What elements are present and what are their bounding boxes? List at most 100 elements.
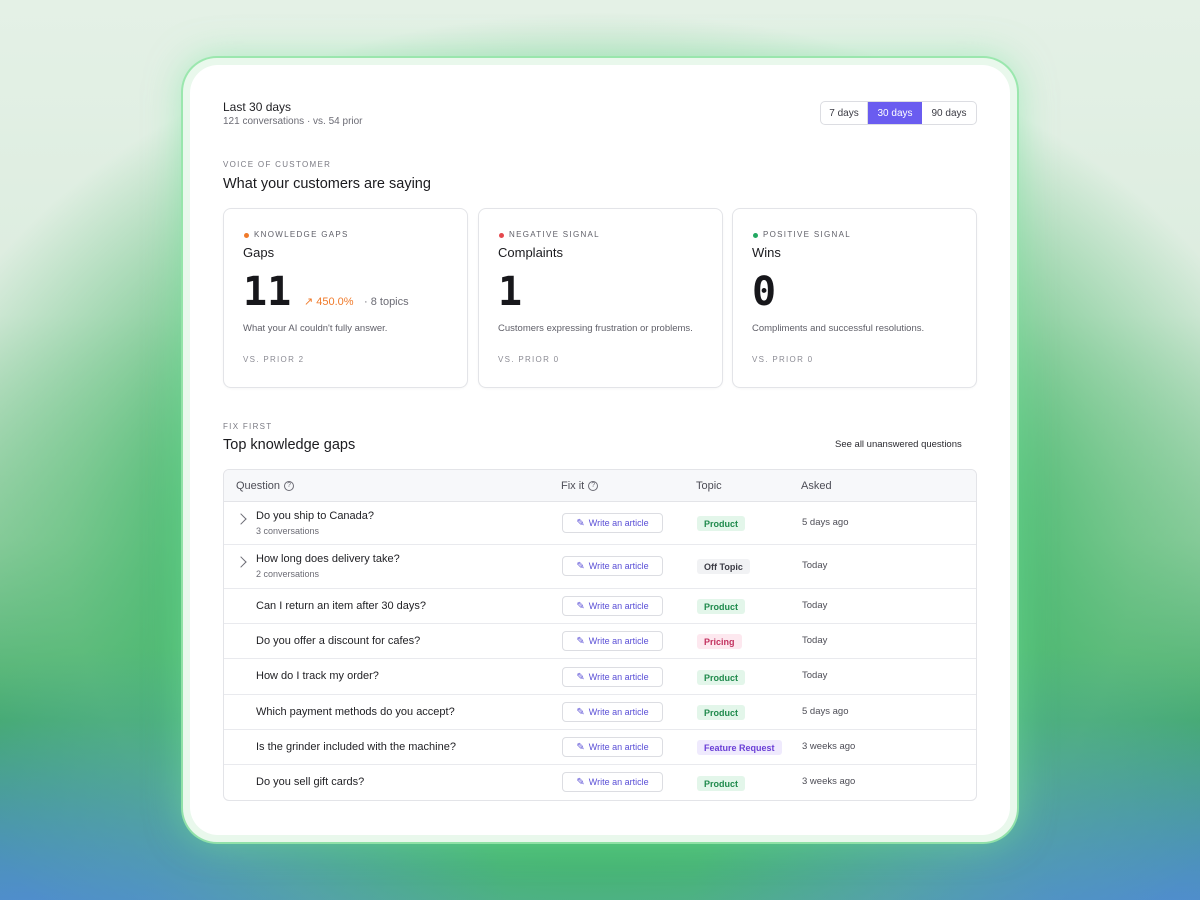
write-article-button[interactable]: ✎ Write an article bbox=[562, 702, 663, 722]
write-article-button[interactable]: ✎ Write an article bbox=[562, 631, 663, 651]
asked-time: Today bbox=[802, 635, 828, 646]
write-article-button[interactable]: ✎ Write an article bbox=[562, 737, 663, 757]
table-header: Question ? Fix it ? Topic Asked bbox=[224, 470, 976, 502]
button-label: Write an article bbox=[588, 561, 649, 571]
question-text: Do you ship to Canada? bbox=[256, 510, 375, 522]
card-eyebrow: NEGATIVE SIGNAL bbox=[509, 230, 600, 239]
button-label: Write an article bbox=[588, 707, 649, 717]
dashboard-screen: Last 30 days 121 conversations · vs. 54 … bbox=[190, 65, 1010, 835]
card-title: Gaps bbox=[243, 245, 275, 260]
table-row[interactable]: How long does delivery take? 2 conversat… bbox=[224, 545, 976, 589]
card-prior: VS. PRIOR 0 bbox=[752, 355, 814, 364]
period-title: Last 30 days bbox=[223, 100, 292, 114]
question-text: Is the grinder included with the machine… bbox=[256, 741, 456, 753]
period-subtitle: 121 conversations · vs. 54 prior bbox=[223, 116, 363, 127]
status-dot bbox=[753, 233, 758, 238]
voice-eyebrow: VOICE OF CUSTOMER bbox=[223, 160, 332, 169]
pencil-icon: ✎ bbox=[576, 635, 585, 647]
write-article-button[interactable]: ✎ Write an article bbox=[562, 596, 663, 616]
question-text: Which payment methods do you accept? bbox=[256, 706, 455, 718]
asked-time: Today bbox=[802, 560, 828, 571]
complaints-card[interactable]: NEGATIVE SIGNAL Complaints 1 Customers e… bbox=[478, 208, 723, 388]
topic-tag: Product bbox=[697, 776, 746, 791]
topic-tag: Product bbox=[697, 599, 746, 614]
table-row[interactable]: Can I return an item after 30 days? ✎ Wr… bbox=[224, 589, 976, 624]
column-label: Asked bbox=[801, 480, 832, 492]
asked-time: Today bbox=[802, 670, 828, 681]
card-prior: VS. PRIOR 0 bbox=[498, 355, 560, 364]
question-text: How long does delivery take? bbox=[256, 553, 400, 565]
button-label: Write an article bbox=[588, 672, 649, 682]
write-article-button[interactable]: ✎ Write an article bbox=[562, 556, 663, 576]
conversation-count: 3 conversations bbox=[256, 526, 320, 536]
status-dot bbox=[244, 233, 249, 238]
topics-count: · 8 topics bbox=[364, 296, 409, 308]
card-description: Customers expressing frustration or prob… bbox=[498, 323, 693, 334]
gaps-title: Top knowledge gaps bbox=[223, 437, 356, 453]
table-row[interactable]: Do you ship to Canada? 3 conversations ✎… bbox=[224, 502, 976, 545]
gaps-card[interactable]: KNOWLEDGE GAPS Gaps 11 ↗ 450.0% · 8 topi… bbox=[223, 208, 468, 388]
knowledge-gaps-table: Question ? Fix it ? Topic Asked Do you s… bbox=[223, 469, 977, 801]
column-label: Topic bbox=[696, 480, 722, 492]
write-article-button[interactable]: ✎ Write an article bbox=[562, 772, 663, 792]
card-title: Complaints bbox=[498, 245, 564, 260]
see-all-unanswered-link[interactable]: See all unanswered questions bbox=[835, 439, 962, 450]
pencil-icon: ✎ bbox=[576, 560, 585, 572]
asked-time: 3 weeks ago bbox=[802, 741, 856, 752]
column-question: Question ? bbox=[236, 480, 295, 492]
asked-time: 5 days ago bbox=[802, 706, 849, 717]
change-percent: ↗ 450.0% bbox=[304, 296, 354, 308]
column-label: Question bbox=[236, 480, 281, 492]
button-label: Write an article bbox=[588, 518, 649, 528]
write-article-button[interactable]: ✎ Write an article bbox=[562, 667, 663, 687]
button-label: Write an article bbox=[588, 636, 649, 646]
date-range-toggle: 7 days 30 days 90 days bbox=[820, 101, 977, 125]
column-asked: Asked bbox=[801, 480, 832, 492]
gaps-eyebrow: FIX FIRST bbox=[223, 422, 273, 431]
button-label: Write an article bbox=[588, 777, 649, 787]
pencil-icon: ✎ bbox=[576, 706, 585, 718]
range-7-days-button[interactable]: 7 days bbox=[821, 102, 868, 124]
table-row[interactable]: Which payment methods do you accept? ✎ W… bbox=[224, 695, 976, 730]
card-eyebrow: POSITIVE SIGNAL bbox=[763, 230, 851, 239]
question-text: How do I track my order? bbox=[256, 670, 379, 682]
help-icon[interactable]: ? bbox=[284, 481, 295, 491]
question-text: Do you offer a discount for cafes? bbox=[256, 635, 421, 647]
column-fix-it: Fix it ? bbox=[561, 480, 599, 492]
topic-tag: Feature Request bbox=[697, 740, 782, 755]
table-row[interactable]: Is the grinder included with the machine… bbox=[224, 730, 976, 765]
card-title: Wins bbox=[752, 245, 781, 260]
button-label: Write an article bbox=[588, 601, 649, 611]
table-row[interactable]: How do I track my order? ✎ Write an arti… bbox=[224, 659, 976, 695]
asked-time: 5 days ago bbox=[802, 517, 849, 528]
range-90-days-button[interactable]: 90 days bbox=[922, 102, 976, 124]
chevron-right-icon[interactable] bbox=[235, 556, 247, 568]
column-label: Fix it bbox=[561, 480, 585, 492]
table-row[interactable]: Do you sell gift cards? ✎ Write an artic… bbox=[224, 765, 976, 800]
chevron-right-icon[interactable] bbox=[235, 513, 247, 525]
conversation-count: 2 conversations bbox=[256, 569, 320, 579]
pencil-icon: ✎ bbox=[576, 671, 585, 683]
voice-title: What your customers are saying bbox=[223, 176, 431, 192]
asked-time: 3 weeks ago bbox=[802, 776, 856, 787]
pencil-icon: ✎ bbox=[576, 741, 585, 753]
topic-tag: Product bbox=[697, 670, 746, 685]
card-value: 11 bbox=[243, 269, 292, 315]
wins-card[interactable]: POSITIVE SIGNAL Wins 0 Compliments and s… bbox=[732, 208, 977, 388]
column-topic: Topic bbox=[696, 480, 722, 492]
topic-tag: Off Topic bbox=[697, 559, 750, 574]
card-eyebrow: KNOWLEDGE GAPS bbox=[254, 230, 349, 239]
card-value: 0 bbox=[752, 269, 777, 315]
pencil-icon: ✎ bbox=[576, 776, 585, 788]
help-icon[interactable]: ? bbox=[588, 481, 599, 491]
table-row[interactable]: Do you offer a discount for cafes? ✎ Wri… bbox=[224, 624, 976, 659]
status-dot bbox=[499, 233, 504, 238]
range-30-days-button[interactable]: 30 days bbox=[868, 102, 922, 124]
write-article-button[interactable]: ✎ Write an article bbox=[562, 513, 663, 533]
question-text: Do you sell gift cards? bbox=[256, 776, 365, 788]
card-description: What your AI couldn't fully answer. bbox=[243, 323, 388, 334]
card-value: 1 bbox=[498, 269, 523, 315]
card-description: Compliments and successful resolutions. bbox=[752, 323, 925, 334]
topic-tag: Product bbox=[697, 705, 746, 720]
asked-time: Today bbox=[802, 600, 828, 611]
